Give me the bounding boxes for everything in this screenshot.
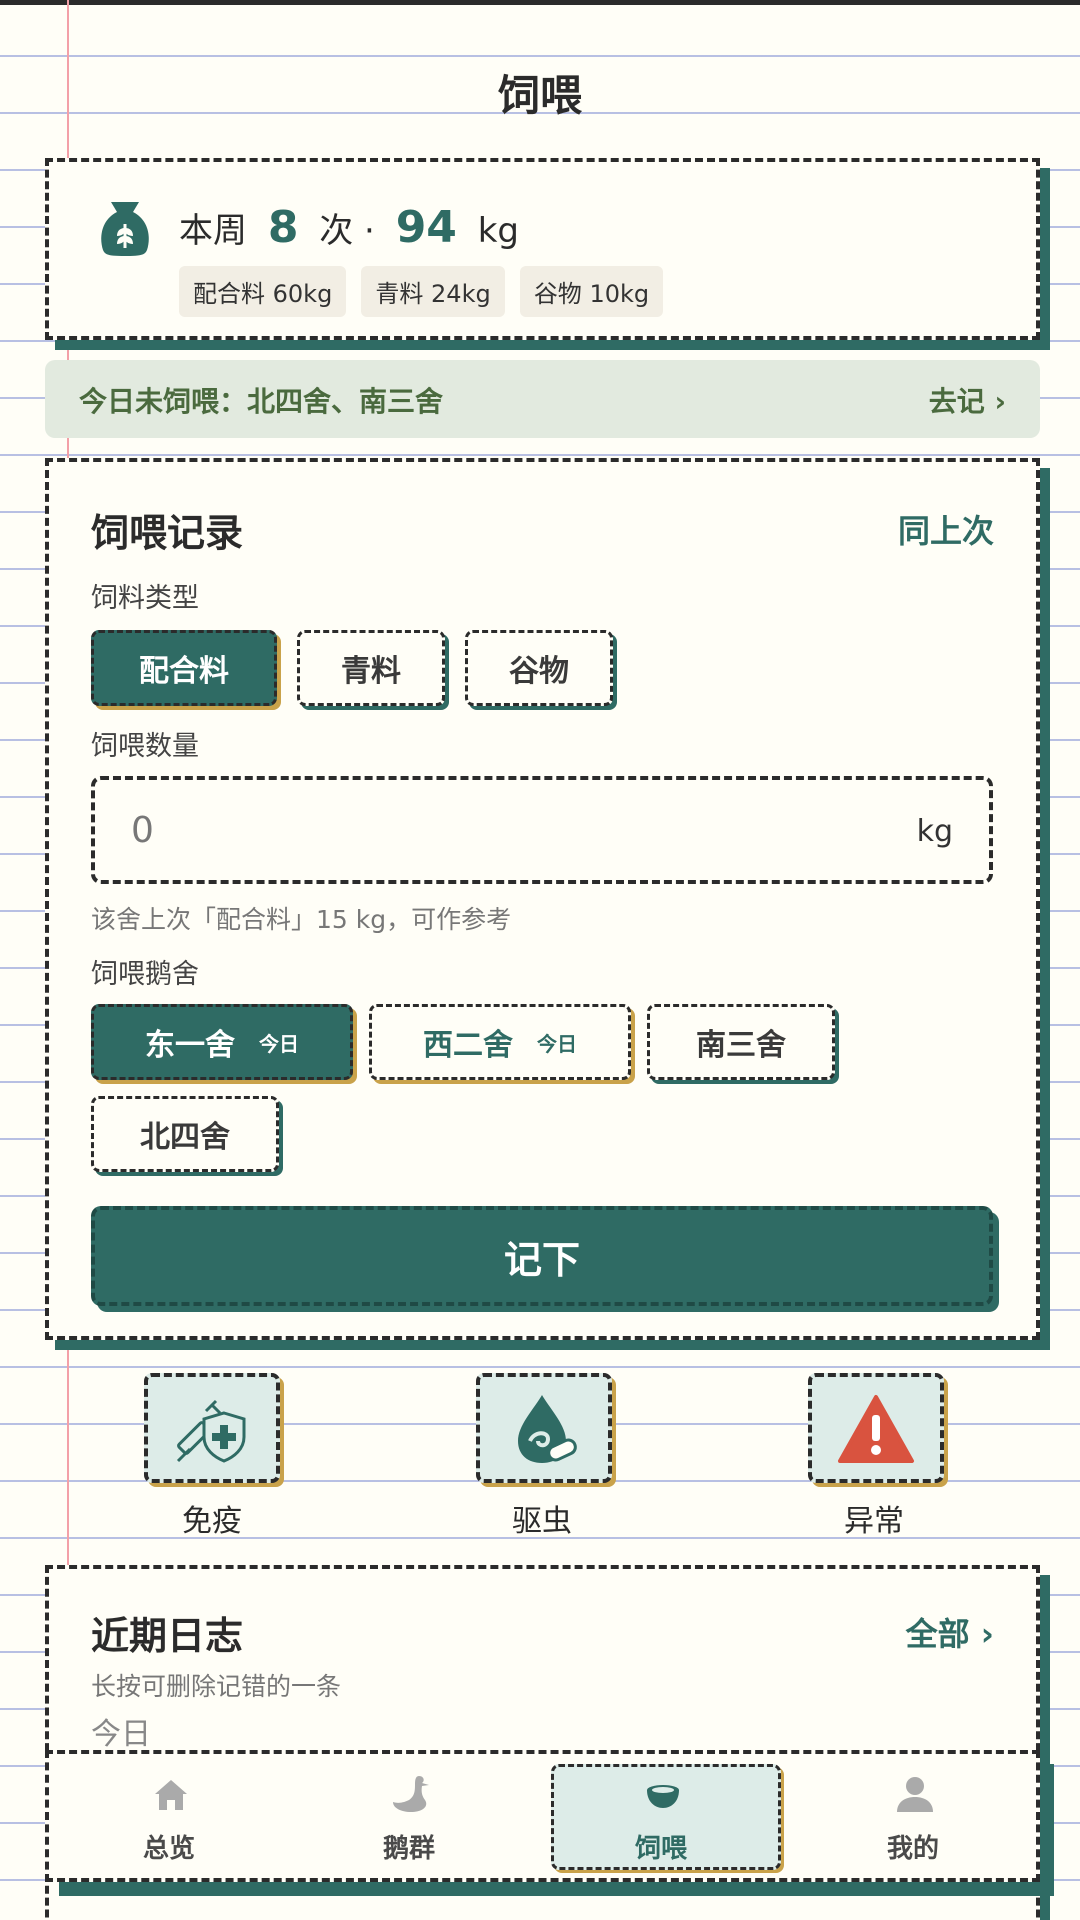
unfed-alert-text: 今日未饲喂：北四舍、南三舍	[79, 385, 444, 418]
summary-count: 8	[267, 202, 299, 253]
quantity-label: 饲喂数量	[91, 731, 199, 762]
quantity-input[interactable]: 0 kg	[91, 776, 993, 884]
feed-type-compound[interactable]: 配合料	[91, 630, 277, 706]
home-icon	[155, 1780, 187, 1810]
quantity-value: 0	[131, 810, 154, 851]
page-title: 饲喂	[497, 71, 582, 120]
house-east-one[interactable]: 东一舍 今日	[91, 1004, 353, 1080]
weekly-summary-card: 本周 8 次 · 94 kg 配合料 60kg 青料 24kg 谷物 10kg	[45, 158, 1040, 340]
quantity-hint: 该舍上次「配合料」15 kg，可作参考	[91, 905, 512, 934]
nav-feeding[interactable]: 饲喂	[541, 1754, 781, 1878]
nav-flock[interactable]: 鹅群	[289, 1754, 529, 1878]
nav-overview[interactable]: 总览	[49, 1754, 289, 1878]
quick-deworm-button[interactable]	[476, 1373, 612, 1483]
feed-bowl-icon	[647, 1785, 679, 1808]
warning-icon	[838, 1395, 914, 1463]
same-as-last-button[interactable]: 同上次	[898, 506, 994, 552]
house-label: 饲喂鹅舍	[91, 959, 199, 990]
nav-overview-label: 总览	[142, 1834, 195, 1864]
summary-prefix: 本周	[179, 211, 247, 251]
summary-weight-unit: kg	[477, 211, 520, 251]
unfed-alert[interactable]: 今日未饲喂：北四舍、南三舍 去记 ›	[45, 360, 1040, 438]
house-west-two[interactable]: 西二舍 今日	[369, 1004, 631, 1080]
top-status-bar	[0, 0, 1080, 5]
nav-feeding-label: 饲喂	[634, 1834, 687, 1864]
quick-vaccine-label: 免疫	[182, 1504, 242, 1539]
house-east-one-label: 东一舍	[145, 1028, 235, 1063]
house-east-one-today-tag: 今日	[259, 1031, 299, 1056]
weekly-summary-line: 本周 8 次 · 94 kg	[179, 202, 519, 253]
house-west-two-label: 西二舍	[423, 1028, 513, 1063]
nav-flock-label: 鹅群	[382, 1834, 435, 1864]
user-icon	[897, 1777, 933, 1812]
deworm-drop-icon	[518, 1395, 577, 1463]
house-west-two-today-tag: 今日	[537, 1031, 577, 1056]
recent-log-title: 近期日志	[91, 1614, 244, 1658]
summary-count-unit: 次 ·	[319, 211, 375, 251]
summary-weight: 94	[395, 202, 457, 253]
recent-log-subtitle: 长按可删除记错的一条	[91, 1672, 342, 1701]
feed-type-grain[interactable]: 谷物	[465, 630, 613, 706]
submit-record-button[interactable]: 记下	[91, 1206, 993, 1306]
go-record-link[interactable]: 去记 ›	[929, 380, 1006, 420]
bottom-nav: 总览 鹅群 饲喂 我的	[45, 1750, 1040, 1882]
feeding-record-card: 饲喂记录 同上次 饲料类型 配合料 青料 谷物 饲喂数量 0 kg 该舍上次「配…	[45, 458, 1040, 1340]
quick-abnormal-label: 异常	[844, 1504, 904, 1539]
house-north-four[interactable]: 北四舍	[91, 1096, 279, 1172]
log-section-today: 今日	[91, 1717, 151, 1752]
quick-deworm-label: 驱虫	[512, 1504, 572, 1539]
house-south-three[interactable]: 南三舍	[647, 1004, 835, 1080]
view-all-link[interactable]: 全部 ›	[906, 1609, 994, 1655]
quick-vaccine-button[interactable]	[144, 1373, 280, 1483]
page: 饲喂 本周 8 次 · 94 kg 配合料 60kg 青料 24kg 谷物 10…	[0, 0, 1080, 1920]
chip-grain: 谷物 10kg	[519, 266, 664, 317]
quantity-unit: kg	[916, 814, 953, 849]
feed-type-green[interactable]: 青料	[297, 630, 445, 706]
nav-profile-label: 我的	[886, 1834, 939, 1864]
quick-abnormal-button[interactable]	[808, 1373, 944, 1483]
goose-icon	[393, 1776, 429, 1812]
vaccine-shield-icon	[176, 1399, 246, 1463]
chip-green-feed: 青料 24kg	[361, 266, 505, 317]
feed-bag-icon	[101, 202, 149, 256]
nav-profile[interactable]: 我的	[793, 1754, 1033, 1878]
chip-compound-feed: 配合料 60kg	[179, 266, 347, 317]
feeding-record-title: 饲喂记录	[91, 511, 244, 555]
feed-type-label: 饲料类型	[91, 583, 199, 614]
feed-breakdown-chips: 配合料 60kg 青料 24kg 谷物 10kg	[179, 266, 673, 317]
